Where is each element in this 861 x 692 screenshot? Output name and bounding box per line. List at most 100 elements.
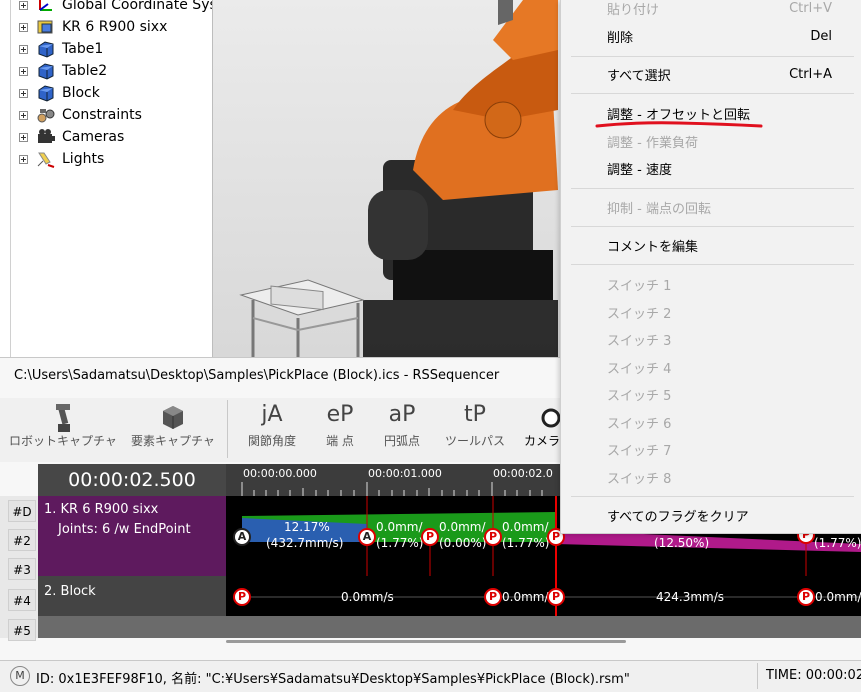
status-text: ID: 0x1E3FEF98F10, 名前: "C:¥Users¥Sadamat… [36,672,630,687]
expand-icon[interactable] [19,154,28,164]
time-tick-label: 00:00:00.000 [243,467,317,480]
context-menu: 貼り付け Ctrl+V 削除 Del すべて選択 Ctrl+A 調整 - オフセ… [560,0,861,534]
tree-item-constraints[interactable]: Constraints [19,104,142,126]
track-value: 0.0mm/ [439,520,486,534]
tree-item-block[interactable]: Block [19,82,100,104]
row-number[interactable]: #3 [8,558,36,580]
tree-item-cameras[interactable]: Cameras [19,126,124,148]
toolbar-separator [227,400,228,458]
point-marker[interactable]: P [797,588,815,606]
end-point-icon: eP [326,402,354,427]
menu-item-adjust-speed[interactable]: 調整 - 速度 [607,158,832,178]
expand-icon[interactable] [19,0,28,10]
menu-item-switch-5[interactable]: スイッチ 5 [607,384,832,404]
expand-icon[interactable] [19,44,28,54]
cube-icon [36,62,56,80]
menu-item-delete[interactable]: 削除 Del [607,26,832,46]
status-separator [757,663,758,689]
track-value: (1.77%) [814,536,861,550]
menu-item-paste[interactable]: 貼り付け Ctrl+V [607,0,832,18]
scene-tree: Global Coordinate Sys KR 6 R900 sixx Tab… [10,0,213,357]
cube-icon [36,84,56,102]
robot-scene-illustration [239,0,558,357]
scene-tree-panel: Global Coordinate Sys KR 6 R900 sixx Tab… [0,0,213,357]
track-value: 0.0mm/ [815,590,861,604]
point-marker[interactable]: P [421,528,439,546]
track-name: 2. Block [44,584,96,599]
arc-marker[interactable]: A [233,528,251,546]
row-number-column: #D #2 #3 #4 #5 [0,496,38,641]
menu-separator [571,496,854,497]
3d-viewport[interactable] [213,0,563,357]
track-value: 0.0mm/ [376,520,423,534]
track-label-robot[interactable]: 1. KR 6 R900 sixx Joints: 6 /w EndPoint [38,496,226,576]
expand-icon[interactable] [19,110,28,120]
tree-item-table2[interactable]: Table2 [19,60,107,82]
track-value: (1.77%) [502,536,550,550]
tool-path-button[interactable]: tP ツールパス [440,398,510,462]
element-capture-icon [128,398,218,432]
menu-item-adjust-workload[interactable]: 調整 - 作業負荷 [607,131,832,151]
track-value: 0.0mm/ [502,590,549,604]
joint-angle-button[interactable]: jA 関節角度 [240,398,304,462]
tree-item-robot[interactable]: KR 6 R900 sixx [19,16,167,38]
robot-capture-button[interactable]: ロボットキャプチャ [8,398,118,462]
track-value: 0.0mm/ [502,520,549,534]
row-number[interactable]: #5 [8,619,36,641]
track-value: 424.3mm/s [656,590,725,604]
tool-path-icon: tP [464,402,486,427]
menu-item-edit-comment[interactable]: コメントを編集 [607,235,832,255]
expand-icon[interactable] [19,88,28,98]
track-value: (0.00%) [439,536,487,550]
track-label-block[interactable]: 2. Block [38,576,226,616]
menu-item-switch-4[interactable]: スイッチ 4 [607,357,832,377]
expand-icon[interactable] [19,66,28,76]
point-marker[interactable]: P [484,528,502,546]
menu-item-switch-7[interactable]: スイッチ 7 [607,439,832,459]
track-value: 0.0mm/s [341,590,394,604]
arc-point-button[interactable]: aP 円弧点 [372,398,432,462]
row-number[interactable]: #D [8,500,36,522]
tree-item-label: Cameras [62,129,125,145]
tree-item-global-coordinate[interactable]: Global Coordinate Sys [19,0,213,16]
tree-item-label: Constraints [62,107,142,123]
row-number[interactable]: #2 [8,529,36,551]
point-marker[interactable]: P [484,588,502,606]
track-timeline-block[interactable]: 0.0mm/s 0.0mm/ 424.3mm/s 0.0mm/ P P P P [226,576,861,616]
coordinate-system-icon [36,0,56,14]
menu-item-switch-3[interactable]: スイッチ 3 [607,329,832,349]
element-capture-button[interactable]: 要素キャプチャ [128,398,218,462]
menu-item-switch-2[interactable]: スイッチ 2 [607,302,832,322]
light-icon [36,150,56,168]
tree-item-label: Lights [62,151,105,167]
menu-item-switch-8[interactable]: スイッチ 8 [607,467,832,487]
menu-item-select-all[interactable]: すべて選択 Ctrl+A [607,64,832,84]
cube-icon [36,40,56,58]
window-title: C:\Users\Sadamatsu\Desktop\Samples\PickP… [14,368,500,383]
menu-separator [571,226,854,227]
mode-badge: M [10,666,30,686]
tree-item-label: Global Coordinate Sys [62,0,213,13]
end-point-button[interactable]: eP 端 点 [310,398,370,462]
track-name: 1. KR 6 R900 sixx [44,502,159,517]
arc-marker[interactable]: A [358,528,376,546]
menu-item-clear-all-flags[interactable]: すべてのフラグをクリア [607,505,832,525]
tree-item-lights[interactable]: Lights [19,148,104,170]
menu-item-suppress-endpoint-rotation[interactable]: 抑制 - 端点の回転 [607,197,832,217]
point-marker[interactable]: P [547,588,565,606]
tree-item-label: KR 6 R900 sixx [62,19,168,35]
time-tick-label: 00:00:01.000 [368,467,442,480]
camera-icon [520,398,560,432]
menu-item-switch-1[interactable]: スイッチ 1 [607,274,832,294]
empty-track-row[interactable] [38,616,861,638]
point-marker[interactable]: P [233,588,251,606]
expand-icon[interactable] [19,22,28,32]
tree-item-table1[interactable]: Tabe1 [19,38,103,60]
camera-button[interactable]: カメラ [520,398,560,462]
expand-icon[interactable] [19,132,28,142]
menu-item-switch-6[interactable]: スイッチ 6 [607,412,832,432]
camera-icon [36,128,56,146]
status-time: TIME: 00:00:02. [766,668,861,683]
row-number[interactable]: #4 [8,589,36,611]
horizontal-scrollbar[interactable] [226,640,626,643]
